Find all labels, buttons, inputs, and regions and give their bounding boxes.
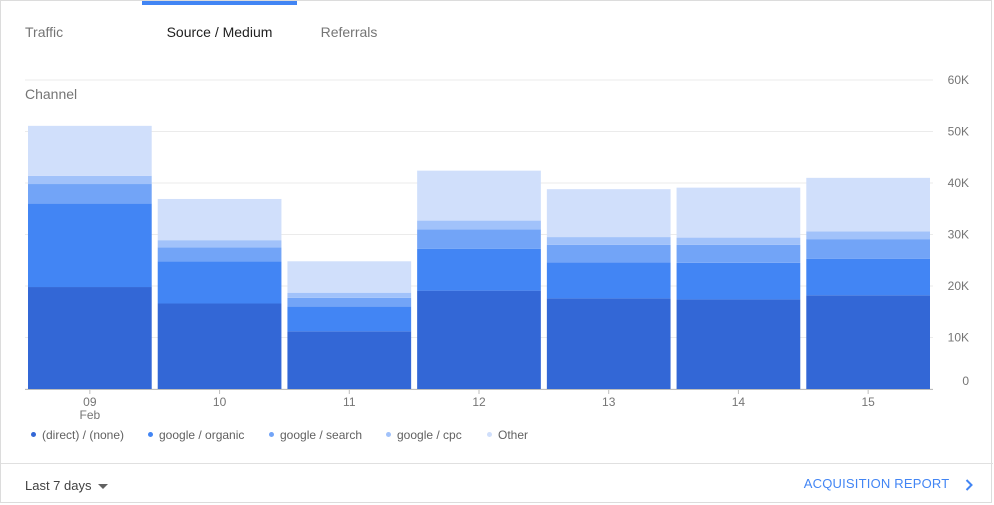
bar-segment-11-series-0	[287, 331, 412, 389]
acquisition-card: Traffic Channel Source / Medium Referral…	[0, 0, 993, 503]
acquisition-report-label: ACQUISITION REPORT	[803, 476, 950, 491]
bar-segment-09-series-4	[28, 125, 152, 176]
tab-source-medium[interactable]: Source / Medium	[142, 1, 297, 61]
legend-item: google / cpc	[386, 428, 462, 442]
date-range-label: Last 7 days	[25, 478, 92, 493]
bar-segment-11-series-3	[287, 292, 412, 298]
legend-dot-icon	[386, 432, 391, 438]
legend-label: (direct) / (none)	[42, 428, 125, 442]
legend-item: google / search	[269, 428, 362, 442]
legend-dot-icon	[148, 432, 153, 438]
bar-segment-10-series-1	[157, 261, 282, 304]
bar-segment-09-series-1	[28, 203, 152, 288]
bar-segment-12-series-3	[417, 220, 541, 230]
tab-traffic-channel[interactable]: Traffic Channel	[25, 1, 119, 102]
tab-referrals[interactable]: Referrals	[311, 1, 387, 61]
bar-segment-10-series-4	[157, 198, 282, 241]
footer-divider	[1, 463, 993, 464]
x-tick-label: 11	[343, 395, 356, 409]
tab-bar: Traffic Channel Source / Medium Referral…	[1, 1, 993, 102]
bar-segment-12-series-4	[417, 170, 541, 221]
legend-dot-icon	[31, 432, 36, 438]
bar-segment-10-series-3	[157, 240, 282, 248]
legend-dot-icon	[269, 432, 274, 438]
chevron-right-icon	[965, 478, 973, 491]
legend-item: google / organic	[148, 428, 244, 442]
legend-item: (direct) / (none)	[31, 428, 124, 442]
bar-segment-09-series-0	[28, 287, 152, 389]
bar-segment-12-series-1	[417, 248, 541, 291]
y-tick-label: 50K	[948, 125, 969, 139]
bar-segment-15-series-4	[806, 177, 930, 232]
legend-label: google / organic	[159, 428, 245, 442]
y-tick-label: 30K	[948, 228, 969, 242]
bar-segment-12-series-2	[417, 229, 541, 249]
bar-segment-13-series-2	[546, 244, 671, 263]
bar-segment-11-series-4	[287, 261, 412, 293]
bar-segment-15-series-2	[806, 239, 930, 259]
x-tick-label: 09	[83, 395, 97, 409]
bar-segment-13-series-0	[546, 298, 671, 389]
bar-segment-14-series-0	[676, 299, 801, 389]
bar-segment-12-series-0	[417, 290, 541, 389]
bar-segment-14-series-4	[676, 187, 801, 238]
y-tick-label: 10K	[948, 331, 969, 345]
y-tick-label: 60K	[948, 73, 969, 87]
stacked-bar-chart: 0 10K 20K 30K 40K 50K 60K 09Feb 10 11 12 13 14 15	[25, 73, 969, 422]
bar-segment-15-series-1	[806, 258, 930, 296]
x-tick-label: 13	[602, 395, 616, 409]
y-tick-label: 20K	[948, 279, 969, 293]
bar-segment-13-series-1	[546, 262, 671, 299]
x-tick-label: 14	[732, 395, 746, 409]
y-tick-label: 40K	[948, 176, 969, 190]
bar-segment-15-series-0	[806, 295, 930, 389]
bar-segment-14-series-3	[676, 237, 801, 245]
bar-segment-09-series-3	[28, 175, 152, 185]
bar-segment-15-series-3	[806, 231, 930, 240]
legend-item: Other	[487, 428, 528, 442]
acquisition-report-link[interactable]: ACQUISITION REPORT	[804, 476, 973, 491]
legend-dot-icon	[487, 432, 492, 438]
legend-label: Other	[498, 428, 529, 442]
legend-label: google / cpc	[397, 428, 462, 442]
y-tick-label: 0	[962, 374, 969, 388]
bar-segment-11-series-1	[287, 306, 412, 332]
x-tick-label: 12	[472, 395, 486, 409]
x-tick-label: 10	[213, 395, 227, 409]
x-tick-label: 15	[861, 395, 875, 409]
bar-segment-13-series-3	[546, 237, 671, 245]
bar-segment-10-series-2	[157, 247, 282, 262]
bar-segment-14-series-2	[676, 244, 801, 263]
bar-segment-13-series-4	[546, 189, 671, 238]
bar-segment-09-series-2	[28, 184, 152, 204]
bar-segment-14-series-1	[676, 262, 801, 300]
bar-segment-11-series-2	[287, 297, 412, 307]
legend-label: google / search	[280, 428, 363, 442]
date-range-dropdown[interactable]: Last 7 days	[25, 478, 108, 493]
x-tick-sublabel: Feb	[80, 408, 101, 422]
caret-down-icon	[97, 484, 108, 490]
bar-segment-10-series-0	[157, 303, 282, 389]
